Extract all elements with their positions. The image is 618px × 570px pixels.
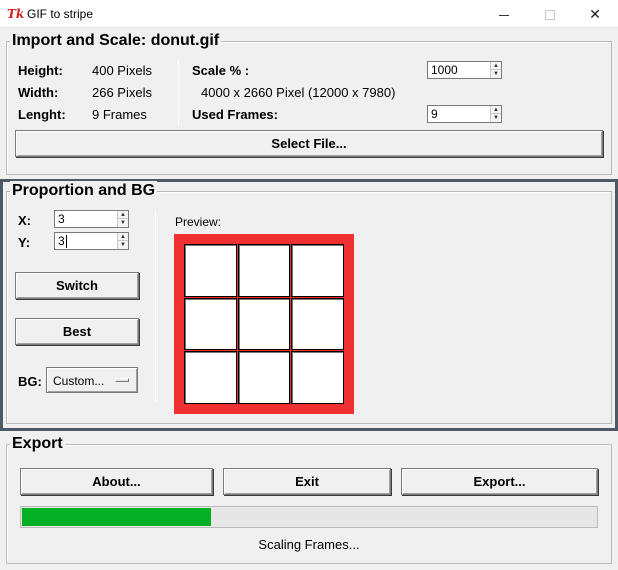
spin-up-icon[interactable]: ▲ <box>118 211 128 219</box>
length-value: 9 Frames <box>92 107 147 122</box>
scale-label: Scale % : <box>192 63 250 78</box>
x-label: X: <box>18 213 31 228</box>
tk-feather-icon: Tk <box>7 7 25 21</box>
spin-up-icon[interactable]: ▲ <box>491 106 501 114</box>
y-spinbox[interactable]: 3 ▲ ▼ <box>54 232 129 250</box>
maximize-button[interactable] <box>527 0 573 28</box>
progress-bar-fill <box>22 508 211 526</box>
x-spinbox[interactable]: 3 ▲ ▼ <box>54 210 129 228</box>
used-frames-label: Used Frames: <box>192 107 278 122</box>
preview-frame-cell <box>184 351 237 404</box>
import-scale-legend: Import and Scale: donut.gif <box>10 31 222 51</box>
dropdown-indicator-icon <box>115 378 129 382</box>
preview-canvas <box>174 234 354 414</box>
close-button[interactable]: ✕ <box>572 0 618 28</box>
preview-frame-cell <box>291 297 344 351</box>
spin-down-icon[interactable]: ▼ <box>118 219 128 227</box>
preview-frame-cell <box>184 297 237 351</box>
minimize-icon <box>499 14 509 16</box>
preview-frame-cell <box>237 297 291 351</box>
progress-bar <box>20 506 598 528</box>
width-value: 266 Pixels <box>92 85 152 100</box>
exit-button[interactable]: Exit <box>223 468 391 495</box>
scale-value: 1000 <box>431 63 458 77</box>
used-frames-spin-arrows[interactable]: ▲ ▼ <box>490 106 501 122</box>
y-spin-arrows[interactable]: ▲ ▼ <box>117 233 128 249</box>
used-frames-spinbox[interactable]: 9 ▲ ▼ <box>427 105 502 123</box>
used-frames-value: 9 <box>431 107 438 121</box>
x-value: 3 <box>58 212 65 226</box>
maximize-icon <box>545 10 555 21</box>
height-value: 400 Pixels <box>92 63 152 78</box>
spin-down-icon[interactable]: ▼ <box>491 70 501 78</box>
window-title: GIF to stripe <box>27 7 94 21</box>
scale-spinbox[interactable]: 1000 ▲ ▼ <box>427 61 502 79</box>
preview-frame-cell <box>291 244 344 297</box>
text-caret <box>66 235 67 248</box>
minimize-button[interactable] <box>481 0 527 28</box>
preview-frame-cell <box>184 244 237 297</box>
height-label: Height: <box>18 63 63 78</box>
scale-spin-arrows[interactable]: ▲ ▼ <box>490 62 501 78</box>
spin-down-icon[interactable]: ▼ <box>118 241 128 249</box>
best-button[interactable]: Best <box>15 318 139 345</box>
spin-up-icon[interactable]: ▲ <box>491 62 501 70</box>
import-separator <box>178 60 179 126</box>
y-value: 3 <box>58 234 65 248</box>
bg-dropdown[interactable]: Custom... <box>46 367 138 393</box>
about-button[interactable]: About... <box>20 468 213 495</box>
y-label: Y: <box>18 235 31 250</box>
switch-button[interactable]: Switch <box>15 272 139 299</box>
preview-frame-cell <box>291 351 344 404</box>
proportion-legend: Proportion and BG <box>10 181 158 201</box>
title-bar: Tk GIF to stripe ✕ <box>0 0 618 28</box>
select-file-button[interactable]: Select File... <box>15 130 603 157</box>
proportion-separator <box>155 211 156 402</box>
spin-up-icon[interactable]: ▲ <box>118 233 128 241</box>
export-legend: Export <box>10 434 65 454</box>
status-text: Scaling Frames... <box>258 537 360 552</box>
preview-frame-cell <box>237 244 291 297</box>
close-icon: ✕ <box>589 6 601 22</box>
bg-label: BG: <box>18 374 42 389</box>
length-label: Lenght: <box>18 107 66 122</box>
bg-dropdown-value: Custom... <box>53 374 105 388</box>
x-spin-arrows[interactable]: ▲ ▼ <box>117 211 128 227</box>
spin-down-icon[interactable]: ▼ <box>491 114 501 122</box>
preview-frame-cell <box>237 351 291 404</box>
export-button[interactable]: Export... <box>401 468 598 495</box>
width-label: Width: <box>18 85 59 100</box>
preview-label: Preview: <box>175 215 222 229</box>
scaled-size-readout: 4000 x 2660 Pixel (12000 x 7980) <box>201 85 396 100</box>
